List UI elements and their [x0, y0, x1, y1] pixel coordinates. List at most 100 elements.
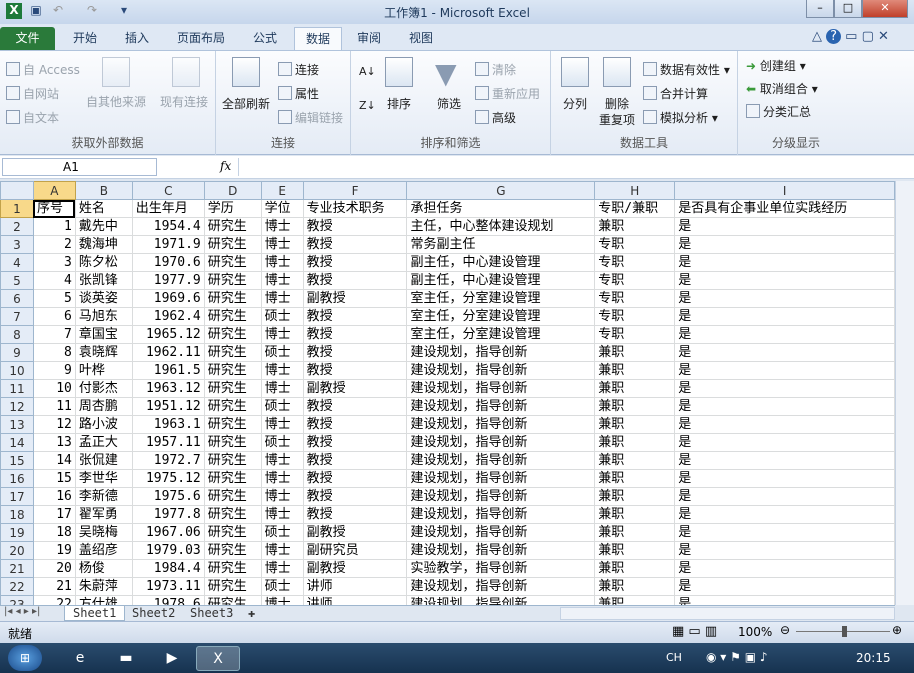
- cell[interactable]: 专职: [594, 325, 676, 344]
- cell[interactable]: 21: [32, 577, 76, 596]
- cell-table[interactable]: A B C D E F G H I 1 序号 姓名 出生年月 学历 学位 专业技术职务 承担任务 专职/兼职 是否具…: [0, 181, 895, 605]
- sheet-tab-sheet1[interactable]: Sheet1: [64, 606, 126, 621]
- cell[interactable]: 1975.12: [131, 469, 205, 488]
- cell[interactable]: 学位: [260, 199, 304, 218]
- cell[interactable]: 是: [674, 433, 895, 452]
- cell[interactable]: 专职/兼职: [594, 199, 676, 218]
- clear-button[interactable]: 清除: [475, 61, 516, 78]
- cell[interactable]: 1961.5: [131, 361, 205, 380]
- cell[interactable]: 博士: [260, 595, 304, 605]
- cell[interactable]: 常务副主任: [406, 235, 596, 254]
- cell[interactable]: 是: [674, 595, 895, 605]
- cell[interactable]: 是: [674, 253, 895, 272]
- cell[interactable]: 研究生: [203, 541, 262, 560]
- remove-duplicates-button[interactable]: 删除: [605, 95, 629, 112]
- cell[interactable]: 1973.11: [131, 577, 205, 596]
- cell[interactable]: 1970.6: [131, 253, 205, 272]
- existing-connections-button[interactable]: 现有连接: [160, 93, 208, 110]
- cell[interactable]: 1967.06: [131, 523, 205, 542]
- row-header[interactable]: 9: [0, 343, 34, 362]
- column-header[interactable]: I: [674, 181, 895, 200]
- row-header[interactable]: 19: [0, 523, 34, 542]
- cell[interactable]: 建设规划，指导创新: [406, 379, 596, 398]
- cell[interactable]: 博士: [260, 451, 304, 470]
- cell[interactable]: 专职: [594, 253, 676, 272]
- cell[interactable]: 1962.4: [131, 307, 205, 326]
- clock[interactable]: 20:15: [856, 651, 891, 665]
- row-header[interactable]: 12: [0, 397, 34, 416]
- cell[interactable]: 1977.9: [131, 271, 205, 290]
- start-button[interactable]: ⊞: [8, 645, 42, 671]
- cell[interactable]: 专业技术职务: [302, 199, 408, 218]
- cell[interactable]: 是: [674, 469, 895, 488]
- consolidate-button[interactable]: 合并计算: [643, 85, 708, 102]
- cell[interactable]: 副教授: [302, 379, 408, 398]
- cell[interactable]: 博士: [260, 289, 304, 308]
- cell[interactable]: 博士: [260, 235, 304, 254]
- row-header[interactable]: 6: [0, 289, 34, 308]
- cell[interactable]: 是: [674, 307, 895, 326]
- cell[interactable]: 研究生: [203, 505, 262, 524]
- ime-indicator[interactable]: CH: [666, 651, 682, 664]
- cell[interactable]: 盖绍彦: [74, 541, 133, 560]
- cell[interactable]: 研究生: [203, 397, 262, 416]
- row-header[interactable]: 10: [0, 361, 34, 380]
- cell[interactable]: 姓名: [74, 199, 133, 218]
- cell[interactable]: 建设规划，指导创新: [406, 343, 596, 362]
- cell[interactable]: 1975.6: [131, 487, 205, 506]
- column-header[interactable]: F: [302, 181, 408, 200]
- cell[interactable]: 室主任，分室建设管理: [406, 307, 596, 326]
- cell[interactable]: 专职: [594, 289, 676, 308]
- cell[interactable]: 研究生: [203, 487, 262, 506]
- cell[interactable]: 兼职: [594, 397, 676, 416]
- cell[interactable]: 学历: [203, 199, 262, 218]
- row-header[interactable]: 7: [0, 307, 34, 326]
- cell[interactable]: 教授: [302, 487, 408, 506]
- cell[interactable]: 1972.7: [131, 451, 205, 470]
- sheet-tab-sheet2[interactable]: Sheet2: [124, 606, 183, 621]
- row-header[interactable]: 23: [0, 595, 34, 605]
- cell[interactable]: 兼职: [594, 523, 676, 542]
- cell[interactable]: 是: [674, 235, 895, 254]
- cell[interactable]: 建设规划，指导创新: [406, 361, 596, 380]
- cell[interactable]: 张侃建: [74, 451, 133, 470]
- cell[interactable]: 1969.6: [131, 289, 205, 308]
- sheet-nav-buttons[interactable]: |◂ ◂ ▸ ▸|: [4, 606, 40, 617]
- cell[interactable]: 兼职: [594, 361, 676, 380]
- cell[interactable]: 研究生: [203, 361, 262, 380]
- cell[interactable]: 硕士: [260, 523, 304, 542]
- cell[interactable]: 研究生: [203, 289, 262, 308]
- cell[interactable]: 1954.4: [131, 217, 205, 236]
- cell[interactable]: 兼职: [594, 577, 676, 596]
- zoom-in-icon[interactable]: ⊕: [892, 623, 902, 637]
- cell[interactable]: 室主任，分室建设管理: [406, 289, 596, 308]
- cell[interactable]: 17: [32, 505, 76, 524]
- cell[interactable]: 研究生: [203, 253, 262, 272]
- cell[interactable]: 1977.8: [131, 505, 205, 524]
- view-buttons[interactable]: ▦ ▭ ▥: [672, 624, 717, 639]
- cell[interactable]: 研究生: [203, 433, 262, 452]
- cell[interactable]: 15: [32, 469, 76, 488]
- cell[interactable]: 路小波: [74, 415, 133, 434]
- cell[interactable]: 陈夕松: [74, 253, 133, 272]
- cell[interactable]: 研究生: [203, 559, 262, 578]
- cell[interactable]: 是: [674, 343, 895, 362]
- sheet-tab-sheet3[interactable]: Sheet3: [182, 606, 241, 621]
- group-button[interactable]: ➜ 创建组 ▾: [746, 57, 806, 74]
- select-all-button[interactable]: [0, 181, 34, 200]
- cell[interactable]: 1951.12: [131, 397, 205, 416]
- cell[interactable]: 1963.1: [131, 415, 205, 434]
- minimize-button[interactable]: –: [806, 0, 834, 18]
- cell[interactable]: 1984.4: [131, 559, 205, 578]
- cell[interactable]: 李世华: [74, 469, 133, 488]
- tab-insert[interactable]: 插入: [114, 27, 160, 50]
- column-header[interactable]: B: [74, 181, 133, 200]
- tab-file[interactable]: 文件: [0, 27, 55, 50]
- text-to-columns-button[interactable]: 分列: [563, 95, 587, 112]
- row-header[interactable]: 13: [0, 415, 34, 434]
- tab-view[interactable]: 视图: [398, 27, 444, 50]
- cell[interactable]: 1971.9: [131, 235, 205, 254]
- row-header[interactable]: 3: [0, 235, 34, 254]
- row-header[interactable]: 4: [0, 253, 34, 272]
- tab-page-layout[interactable]: 页面布局: [166, 27, 236, 50]
